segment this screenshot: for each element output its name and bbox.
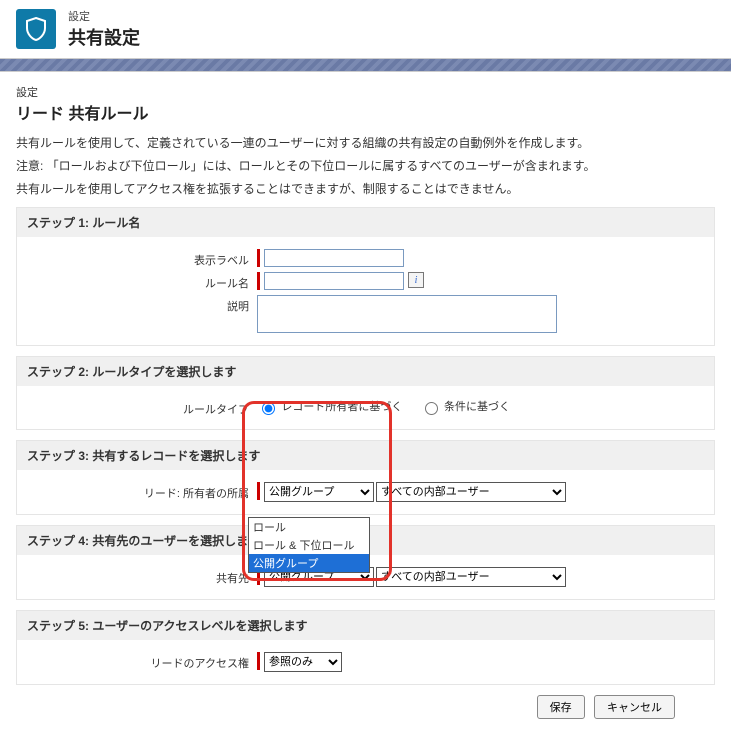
button-bar: 保存 キャンセル (16, 685, 715, 735)
required-indicator-icon (257, 249, 260, 267)
sharewith-value-select[interactable]: すべての内部ユーザー (376, 567, 566, 587)
dropdown-option-role[interactable]: ロール (249, 518, 369, 536)
step1-heading: ステップ 1: ルール名 (17, 208, 714, 237)
label-owner-in: リード: 所有者の所属 (27, 482, 257, 501)
info-icon[interactable]: i (408, 272, 424, 288)
owner-value-select[interactable]: すべての内部ユーザー (376, 482, 566, 502)
label-ruletype: ルールタイプ (27, 398, 257, 417)
divider-bar (0, 58, 731, 72)
display-label-input[interactable] (264, 249, 404, 267)
label-description: 説明 (27, 295, 257, 314)
rule-name-input[interactable] (264, 272, 404, 290)
step3-section: ステップ 3: 共有するレコードを選択します リード: 所有者の所属 公開グルー… (16, 440, 715, 515)
label-rulename: ルール名 (27, 272, 257, 291)
app-header: 設定 共有設定 (0, 0, 731, 58)
step2-section: ステップ 2: ルールタイプを選択します ルールタイプ レコード所有者に基づく … (16, 356, 715, 430)
radio-criteria-based[interactable] (425, 402, 438, 415)
step2-heading: ステップ 2: ルールタイプを選択します (17, 357, 714, 386)
page-desc-2: 注意: 「ロールおよび下位ロール」には、ロールとその下位ロールに属するすべてのユ… (16, 157, 715, 174)
page-content: 設定 リード 共有ルール 共有ルールを使用して、定義されている一連のユーザーに対… (0, 72, 731, 747)
breadcrumb: 設定 (16, 84, 715, 100)
description-textarea[interactable] (257, 295, 557, 333)
access-level-select[interactable]: 参照のみ (264, 652, 342, 672)
step5-section: ステップ 5: ユーザーのアクセスレベルを選択します リードのアクセス権 参照の… (16, 610, 715, 685)
page-desc-3: 共有ルールを使用してアクセス権を拡張することはできますが、制限することはできませ… (16, 180, 715, 197)
radio-owner-based[interactable] (262, 402, 275, 415)
owner-category-select[interactable]: 公開グループ (264, 482, 374, 502)
cancel-button[interactable]: キャンセル (594, 695, 675, 719)
required-indicator-icon (257, 482, 260, 500)
required-indicator-icon (257, 652, 260, 670)
radio-criteria-based-label: 条件に基づく (444, 401, 510, 413)
page-title: リード 共有ルール (16, 100, 715, 124)
label-share-with: 共有先 (27, 567, 257, 586)
label-display: 表示ラベル (27, 249, 257, 268)
save-button[interactable]: 保存 (537, 695, 585, 719)
step1-section: ステップ 1: ルール名 表示ラベル ルール名 i 説明 (16, 207, 715, 346)
dropdown-option-role-and-sub[interactable]: ロール & 下位ロール (249, 536, 369, 554)
header-breadcrumb: 設定 (68, 8, 140, 24)
shield-icon (16, 9, 56, 49)
required-indicator-icon (257, 272, 260, 290)
dropdown-option-public-group[interactable]: 公開グループ (249, 554, 369, 572)
page-desc-1: 共有ルールを使用して、定義されている一連のユーザーに対する組織の共有設定の自動例… (16, 134, 715, 151)
header-titles: 設定 共有設定 (68, 8, 140, 50)
radio-owner-based-label: レコード所有者に基づく (281, 401, 402, 413)
label-access-level: リードのアクセス権 (27, 652, 257, 671)
header-title: 共有設定 (68, 24, 140, 50)
step5-heading: ステップ 5: ユーザーのアクセスレベルを選択します (17, 611, 714, 640)
step3-heading: ステップ 3: 共有するレコードを選択します (17, 441, 714, 470)
sharewith-category-dropdown-open: ロール ロール & 下位ロール 公開グループ (248, 517, 370, 573)
